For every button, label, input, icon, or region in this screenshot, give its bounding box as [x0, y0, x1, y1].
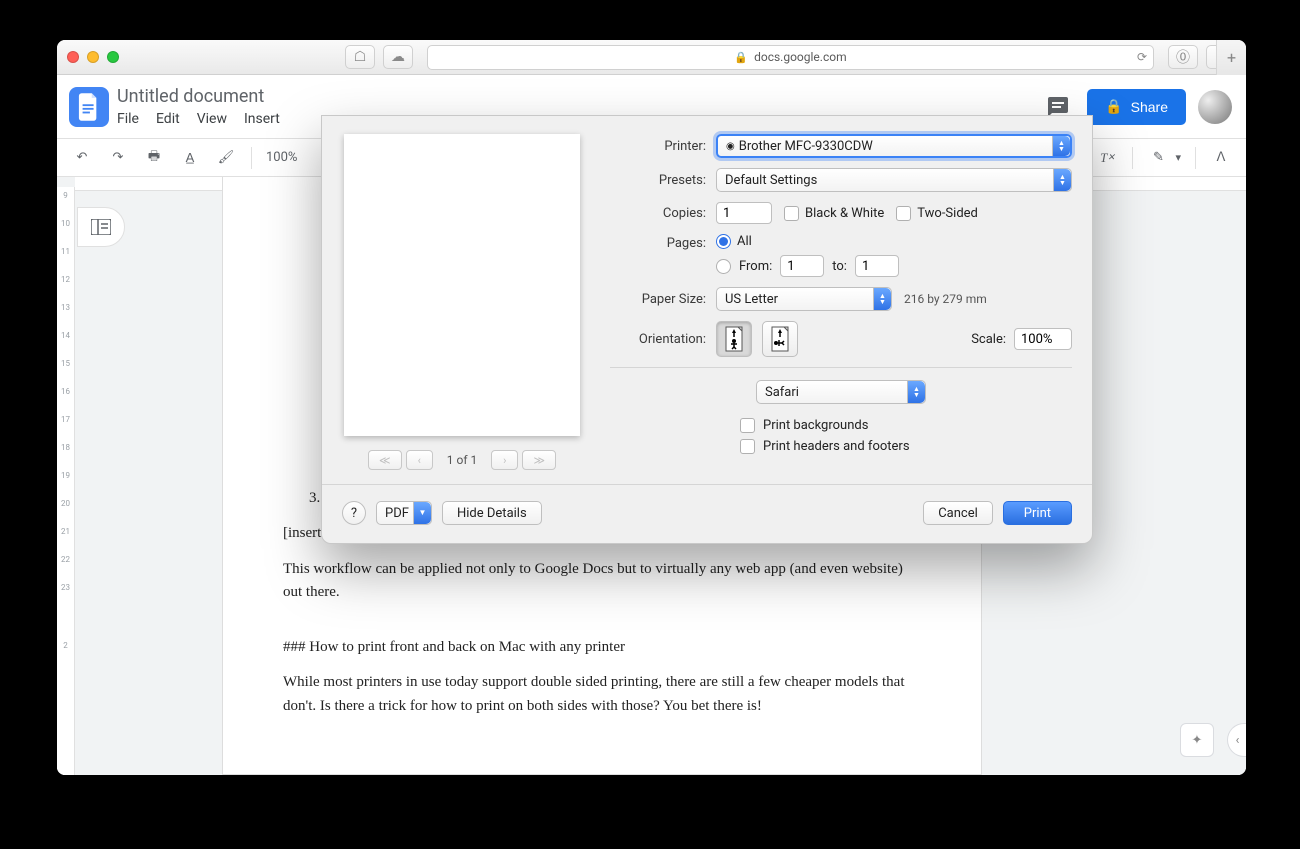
menu-view[interactable]: View	[197, 111, 227, 127]
spellcheck-button[interactable]: A̲	[179, 147, 201, 169]
explore-button[interactable]: ✦	[1180, 723, 1214, 757]
icloud-tabs-button[interactable]: ☁	[383, 45, 413, 69]
menu-insert[interactable]: Insert	[244, 111, 280, 127]
close-window-button[interactable]	[67, 51, 79, 63]
presets-label: Presets:	[610, 173, 706, 188]
list-number: 3.	[309, 487, 320, 510]
print-headers-checkbox[interactable]	[740, 439, 755, 454]
orientation-label: Orientation:	[610, 332, 706, 347]
browser-titlebar: ☖ ☁ 🔒 docs.google.com ⟳ ⓪ ⤓ +	[57, 40, 1246, 75]
printer-select[interactable]: ◉ Brother MFC-9330CDW ▲▼	[716, 134, 1072, 158]
minimize-window-button[interactable]	[87, 51, 99, 63]
bw-option[interactable]: Black & White	[784, 206, 884, 221]
zoom-select[interactable]: 100%	[266, 150, 297, 165]
doc-paragraph: While most printers in use today support…	[283, 671, 921, 718]
side-panel-toggle[interactable]: ‹	[1227, 723, 1246, 757]
two-sided-checkbox[interactable]	[896, 206, 911, 221]
reload-icon[interactable]: ⟳	[1137, 50, 1147, 64]
cancel-button[interactable]: Cancel	[923, 501, 993, 525]
vertical-ruler[interactable]: 9 10 11 12 13 14 15 16 17 18 19 20 21 22…	[57, 187, 75, 775]
presets-select[interactable]: Default Settings ▲▼	[716, 168, 1072, 192]
undo-button[interactable]: ↶	[71, 147, 93, 169]
new-tab-button[interactable]: +	[1216, 40, 1246, 75]
print-backgrounds-checkbox[interactable]	[740, 418, 755, 433]
clear-formatting-button[interactable]: T✕	[1096, 147, 1118, 169]
copies-label: Copies:	[610, 206, 706, 221]
to-page-input[interactable]	[855, 255, 899, 277]
first-page-button[interactable]: ≪	[368, 450, 402, 470]
paper-dimensions: 216 by 279 mm	[904, 292, 987, 306]
menu-edit[interactable]: Edit	[156, 111, 180, 127]
hide-details-button[interactable]: Hide Details	[442, 501, 542, 525]
page-indicator: 1 of 1	[447, 453, 477, 467]
print-headers-option[interactable]: Print headers and footers	[740, 439, 1072, 454]
prev-page-button[interactable]: ‹	[406, 450, 433, 470]
from-page-input[interactable]	[780, 255, 824, 277]
doc-paragraph: This workflow can be applied not only to…	[283, 558, 921, 605]
printer-status-icon: ◉	[726, 141, 735, 152]
help-button[interactable]: ?	[342, 501, 366, 525]
lock-icon: 🔒	[1105, 98, 1122, 115]
share-label: Share	[1131, 99, 1168, 115]
document-title[interactable]: Untitled document	[117, 86, 280, 107]
safari-window: ☖ ☁ 🔒 docs.google.com ⟳ ⓪ ⤓ + Untitled d…	[57, 40, 1246, 775]
pages-all-option[interactable]: All	[716, 234, 899, 249]
lock-icon: 🔒	[734, 51, 748, 64]
paint-format-button[interactable]: 🖌	[215, 147, 237, 169]
print-backgrounds-option[interactable]: Print backgrounds	[740, 418, 1072, 433]
next-page-button[interactable]: ›	[491, 450, 518, 470]
pdf-menu[interactable]: PDF ▼	[376, 501, 432, 525]
redo-button[interactable]: ↷	[107, 147, 129, 169]
orientation-portrait-button[interactable]	[716, 321, 752, 357]
pages-label: Pages:	[610, 234, 706, 251]
orientation-landscape-button[interactable]	[762, 321, 798, 357]
docs-menus: File Edit View Insert	[117, 111, 280, 127]
print-preview-pane: ≪ ‹ 1 of 1 › ≫	[342, 134, 582, 470]
docs-logo-icon[interactable]	[69, 87, 109, 127]
editing-mode-button[interactable]: ✎	[1147, 147, 1169, 169]
privacy-report-button[interactable]: ☖	[345, 45, 375, 69]
menu-file[interactable]: File	[117, 111, 139, 127]
print-dialog-footer: ? PDF ▼ Hide Details Cancel Print	[322, 484, 1092, 543]
print-button[interactable]: Print	[1003, 501, 1072, 525]
bw-checkbox[interactable]	[784, 206, 799, 221]
share-button[interactable]: 🔒 Share	[1087, 89, 1186, 125]
scale-label: Scale:	[971, 332, 1006, 347]
app-section-select[interactable]: Safari ▲▼	[756, 380, 926, 404]
reader-button[interactable]: ⓪	[1168, 45, 1198, 69]
paper-size-select[interactable]: US Letter ▲▼	[716, 287, 892, 311]
print-options-form: Printer: ◉ Brother MFC-9330CDW ▲▼ Preset…	[610, 134, 1072, 470]
account-avatar[interactable]	[1198, 90, 1232, 124]
printer-label: Printer:	[610, 139, 706, 154]
two-sided-option[interactable]: Two-Sided	[896, 206, 978, 221]
pages-all-radio[interactable]	[716, 234, 731, 249]
paper-size-label: Paper Size:	[610, 292, 706, 307]
doc-heading: ### How to print front and back on Mac w…	[283, 636, 921, 659]
url-text: docs.google.com	[754, 50, 847, 64]
print-preview-page	[344, 134, 580, 436]
zoom-window-button[interactable]	[107, 51, 119, 63]
window-controls	[67, 51, 119, 63]
scale-input[interactable]	[1014, 328, 1072, 350]
copies-input[interactable]	[716, 202, 772, 224]
print-dialog: ≪ ‹ 1 of 1 › ≫ Printer: ◉ Brother MFC-93…	[321, 115, 1093, 544]
print-button[interactable]: 🖶	[143, 147, 165, 169]
pages-range-option[interactable]: From: to:	[716, 255, 899, 277]
preview-pager: ≪ ‹ 1 of 1 › ≫	[368, 450, 556, 470]
collapse-toolbar-button[interactable]: ᐱ	[1210, 147, 1232, 169]
address-bar[interactable]: 🔒 docs.google.com ⟳	[427, 45, 1154, 70]
pages-range-radio[interactable]	[716, 259, 731, 274]
last-page-button[interactable]: ≫	[522, 450, 556, 470]
document-outline-button[interactable]	[77, 207, 125, 247]
